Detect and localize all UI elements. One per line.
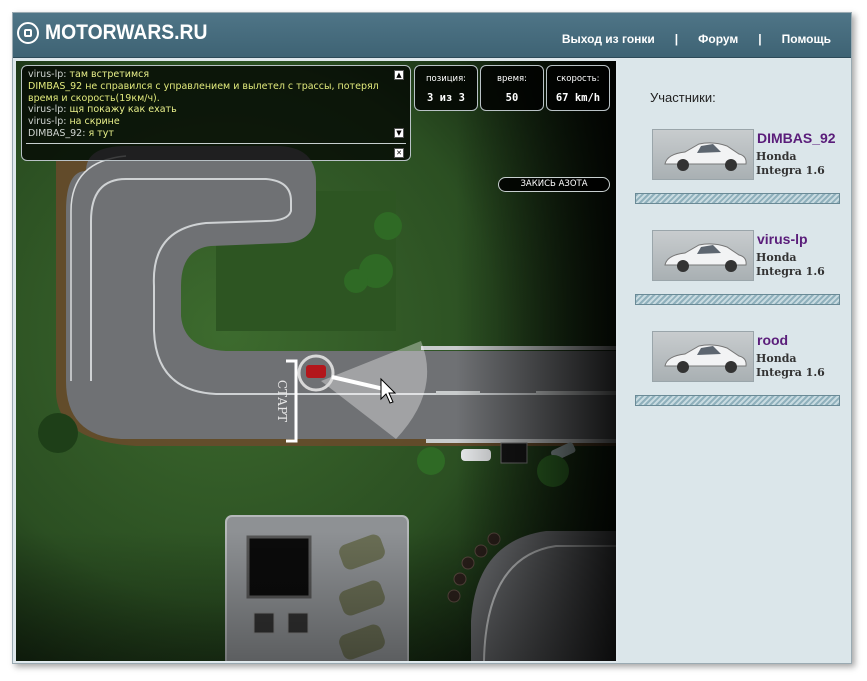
game-window: MOTORWARS.RU Выход из гонки | Форум | По… (12, 12, 852, 664)
position-label: позиция: (425, 74, 467, 84)
participant-name: DIMBAS_92 (757, 130, 836, 146)
logo-icon (17, 22, 39, 44)
car-image-icon (664, 344, 747, 373)
car-thumbnail (652, 129, 754, 180)
participant-name: virus-lp (757, 231, 808, 247)
forum-link[interactable]: Форум (698, 32, 738, 46)
position-value: 3 из 3 (427, 92, 465, 104)
hud-speed: скорость: 67 km/h (546, 65, 610, 111)
participant-card[interactable]: rood Honda Integra 1.6 (652, 331, 842, 386)
participant-card[interactable]: DIMBAS_92 Honda Integra 1.6 (652, 129, 842, 184)
logo[interactable]: MOTORWARS.RU (17, 21, 222, 45)
participant-car: Honda Integra 1.6 (756, 251, 825, 278)
close-icon[interactable]: ✕ (394, 148, 404, 158)
chat-message: virus-lp: щя покажу как ехать (28, 104, 177, 116)
chat-divider (26, 143, 406, 144)
car-thumbnail (652, 331, 754, 382)
time-value: 50 (505, 92, 519, 104)
scroll-down-icon[interactable]: ▼ (394, 128, 404, 138)
participants-title: Участники: (650, 90, 716, 105)
chat-message: DIMBAS_92: я тут (28, 127, 114, 139)
nav-separator: | (674, 32, 679, 46)
participant-divider (635, 395, 840, 406)
chat-system-message: DIMBAS_92 не справился с управлением и в… (28, 80, 379, 104)
chat-box: virus-lp: там встретимся DIMBAS_92 не сп… (21, 65, 411, 161)
car-thumbnail (652, 230, 754, 281)
scroll-up-icon[interactable]: ▲ (394, 70, 404, 80)
site-header: MOTORWARS.RU Выход из гонки | Форум | По… (13, 13, 851, 58)
nitro-button[interactable]: ЗАКИСЬ АЗОТА (498, 177, 610, 192)
exit-race-link[interactable]: Выход из гонки (562, 32, 655, 46)
race-canvas[interactable]: СТАРТ virus-lp: там встретимся DIMBAS_92… (16, 61, 616, 661)
speed-value: 67 km/h (555, 92, 601, 104)
chat-message: virus-lp: там встретимся (28, 69, 150, 80)
nav-separator: | (758, 32, 762, 46)
participant-divider (635, 193, 840, 204)
player-car[interactable] (306, 365, 326, 378)
top-nav: Выход из гонки | Форум | Помощь (562, 32, 831, 46)
car-image-icon (664, 243, 747, 272)
participant-car: Honda Integra 1.6 (756, 150, 825, 177)
hud-time: время: 50 (480, 65, 544, 111)
logo-text: MOTORWARS.RU (45, 21, 208, 44)
participant-card[interactable]: virus-lp Honda Integra 1.6 (652, 230, 842, 285)
participants-panel: Участники: DIMBAS_92 Honda Integra 1.6 v… (618, 59, 851, 663)
participant-name: rood (757, 332, 789, 348)
participant-divider (635, 294, 840, 305)
speed-label: скорость: (556, 74, 600, 84)
participant-car: Honda Integra 1.6 (756, 352, 825, 379)
chat-log: virus-lp: там встретимся DIMBAS_92 не сп… (28, 69, 396, 140)
time-label: время: (496, 74, 528, 84)
car-image-icon (664, 142, 747, 171)
help-link[interactable]: Помощь (782, 32, 831, 46)
hud-position: позиция: 3 из 3 (414, 65, 478, 111)
start-label: СТАРТ (275, 380, 289, 422)
chat-message: virus-lp: на скрине (28, 116, 120, 128)
